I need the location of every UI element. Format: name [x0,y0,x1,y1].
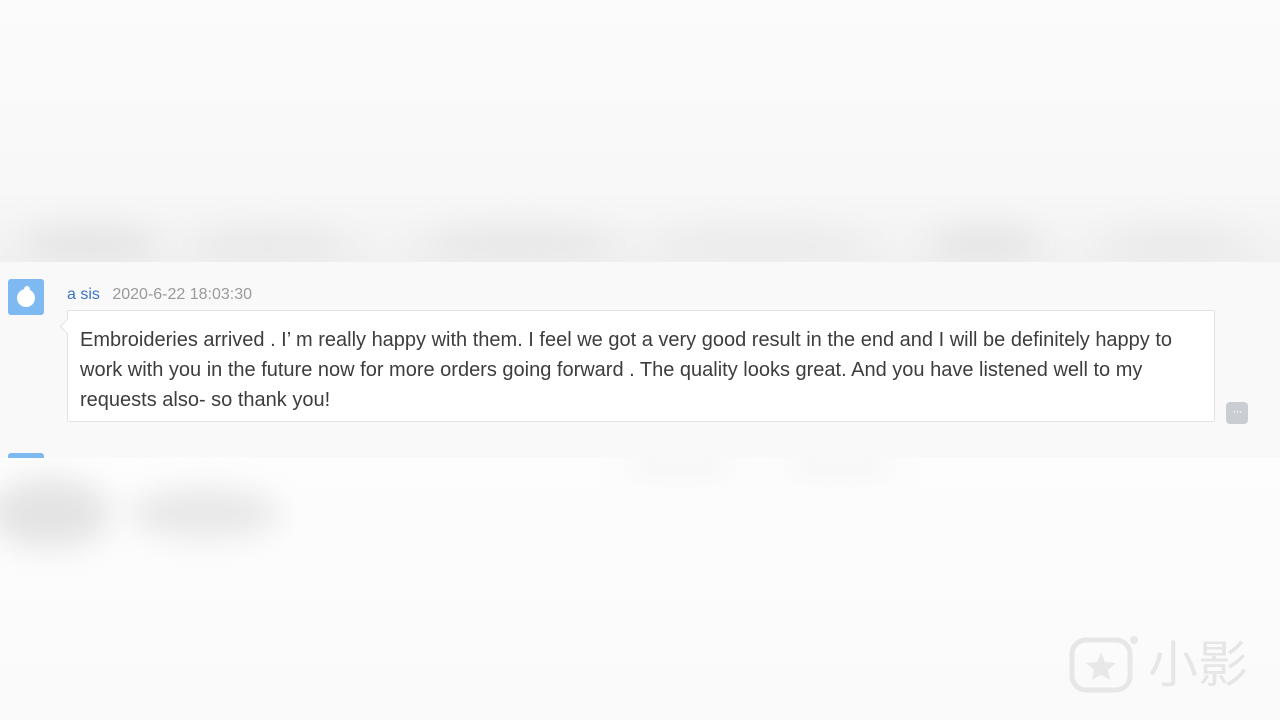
bubble-tail [59,318,76,335]
message-text: Embroideries arrived . I’ m really happy… [80,329,1173,411]
message-bubble: Embroideries arrived . I’ m really happy… [59,310,1215,422]
user-avatar[interactable] [8,279,44,315]
sender-name[interactable]: a sis [67,286,100,303]
watermark-text: 小影 [1148,636,1248,694]
message-meta: a sis 2020-6-22 18:03:30 [67,286,252,304]
app-watermark: 小影 [1068,632,1258,698]
more-options-button[interactable]: ··· [1226,402,1248,424]
blurred-background-top [0,0,1280,262]
chat-message-row: a sis 2020-6-22 18:03:30 Embroideries ar… [0,262,1280,458]
message-timestamp: 2020-6-22 18:03:30 [112,286,253,303]
